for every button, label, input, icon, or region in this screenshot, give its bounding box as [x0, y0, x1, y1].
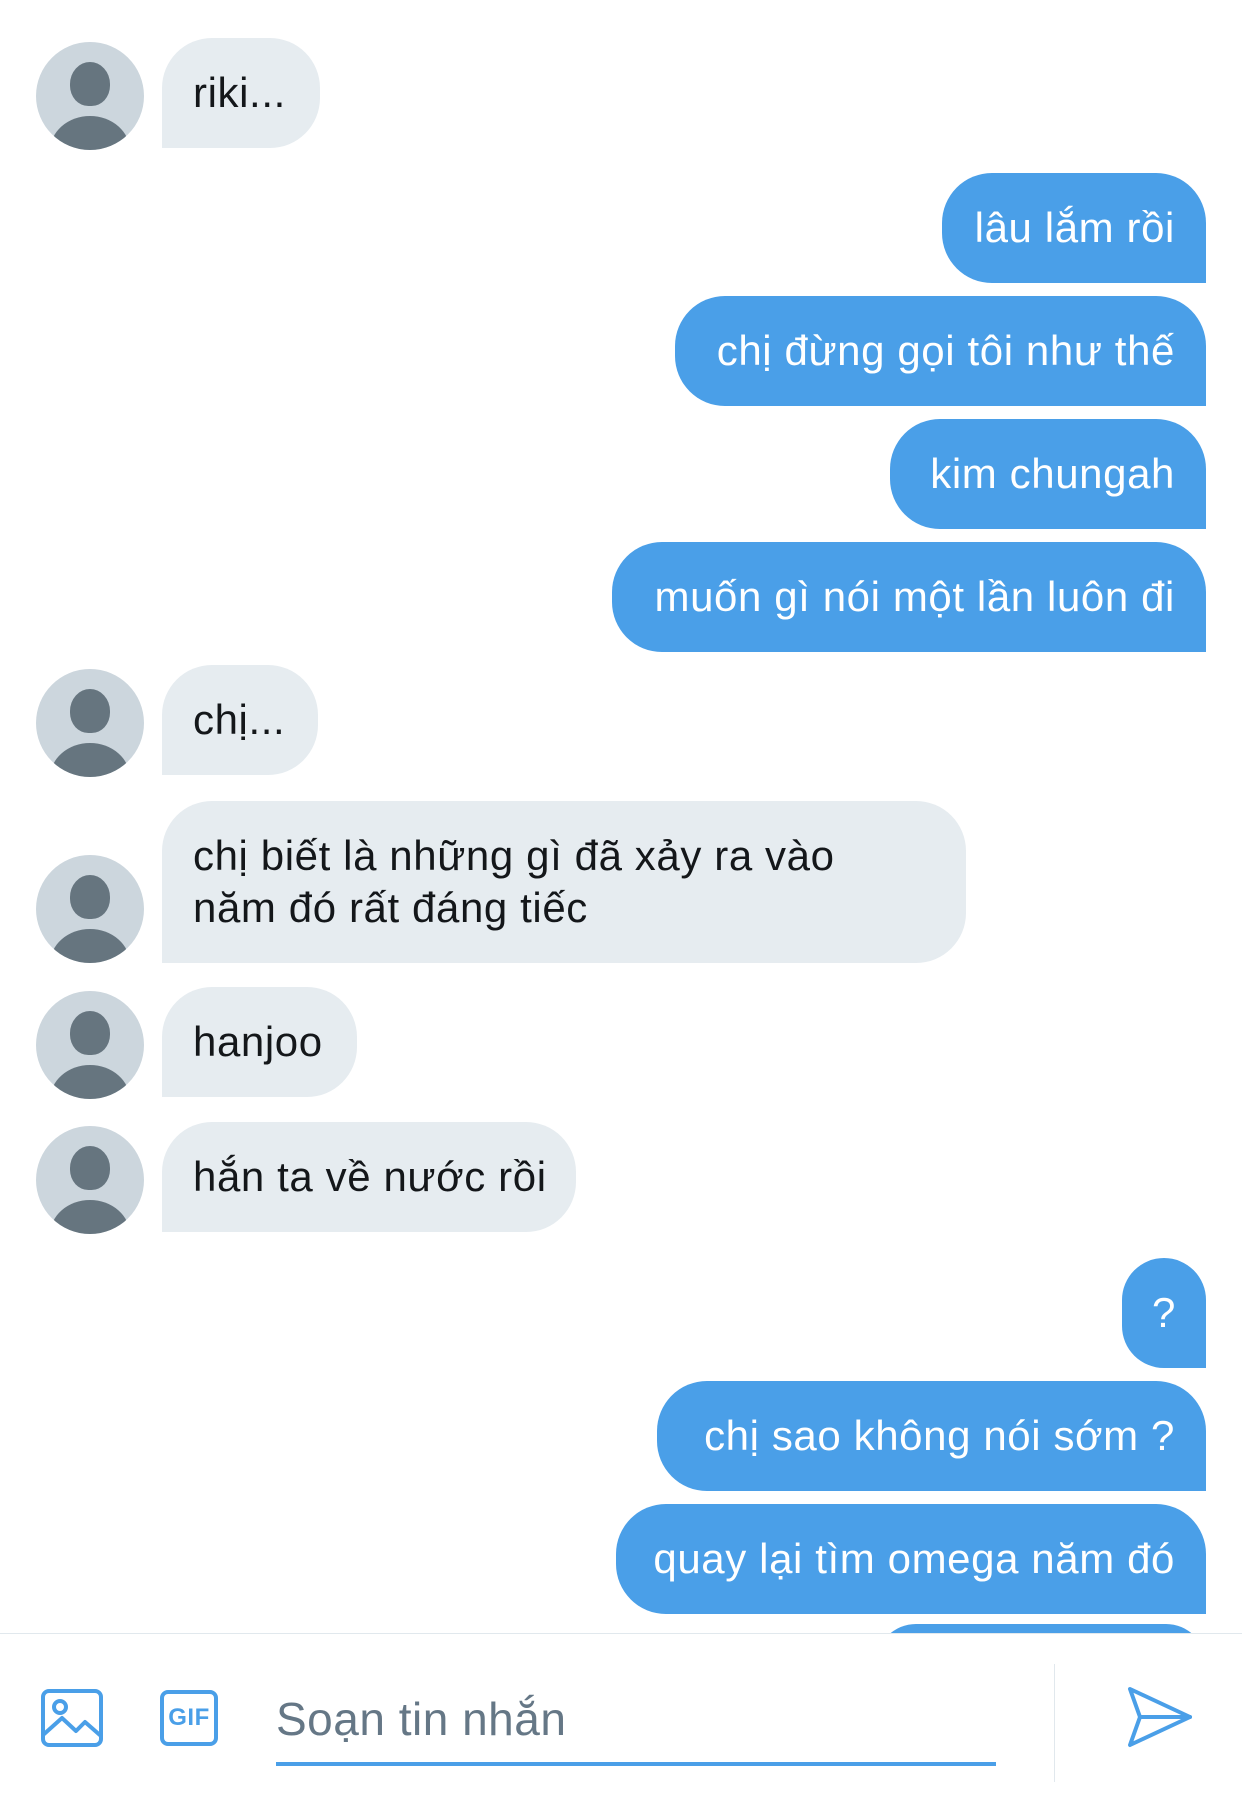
message-bubble-outgoing[interactable]: quay lại tìm omega năm đó — [616, 1504, 1206, 1614]
message-row-incoming: chị biết là những gì đã xảy ra vào năm đ… — [0, 801, 1242, 963]
message-composer: GIF — [0, 1633, 1242, 1794]
message-bubble-outgoing-partial[interactable] — [876, 1624, 1206, 1633]
message-row-outgoing: lâu lắm rồi — [0, 173, 1242, 283]
message-text: chị đừng gọi tôi như thế — [716, 327, 1175, 374]
message-row-incoming: hanjoo — [0, 987, 1242, 1099]
message-bubble-incoming[interactable]: hanjoo — [162, 987, 357, 1097]
message-bubble-incoming[interactable]: riki... — [162, 38, 320, 148]
message-bubble-outgoing[interactable]: ? — [1122, 1258, 1206, 1368]
avatar-body-shape — [50, 116, 130, 150]
message-bubble-incoming[interactable]: chị... — [162, 665, 318, 775]
message-row-outgoing: chị đừng gọi tôi như thế — [0, 296, 1242, 406]
message-text: lâu lắm rồi — [974, 204, 1175, 251]
avatar-head-shape — [70, 62, 110, 106]
message-text: kim chungah — [930, 450, 1175, 497]
message-row-outgoing: chị sao không nói sớm ? — [0, 1381, 1242, 1491]
message-text: muốn gì nói một lần luôn đi — [654, 573, 1175, 620]
message-row-outgoing: muốn gì nói một lần luôn đi — [0, 542, 1242, 652]
message-row-outgoing-partial — [0, 1624, 1242, 1633]
avatar-body-shape — [50, 929, 130, 963]
gif-button[interactable]: GIF — [158, 1686, 222, 1750]
message-text: chị... — [193, 696, 286, 743]
message-row-incoming: riki... — [0, 38, 1242, 150]
avatar-head-shape — [70, 1146, 110, 1190]
avatar[interactable] — [36, 1126, 144, 1234]
image-icon[interactable] — [40, 1686, 104, 1750]
avatar-body-shape — [50, 743, 130, 777]
message-bubble-outgoing[interactable]: lâu lắm rồi — [942, 173, 1206, 283]
message-text: chị sao không nói sớm ? — [704, 1412, 1175, 1459]
send-icon[interactable] — [1124, 1684, 1194, 1750]
message-text: hanjoo — [193, 1018, 323, 1065]
message-bubble-outgoing[interactable]: kim chungah — [890, 419, 1206, 529]
avatar-head-shape — [70, 689, 110, 733]
divider — [1054, 1664, 1055, 1782]
avatar[interactable] — [36, 855, 144, 963]
message-bubble-outgoing[interactable]: muốn gì nói một lần luôn đi — [612, 542, 1206, 652]
message-bubble-incoming[interactable]: chị biết là những gì đã xảy ra vào năm đ… — [162, 801, 966, 963]
avatar-body-shape — [50, 1200, 130, 1234]
message-text: hắn ta về nước rồi — [193, 1153, 547, 1200]
message-bubble-outgoing[interactable]: chị sao không nói sớm ? — [657, 1381, 1206, 1491]
message-bubble-incoming[interactable]: hắn ta về nước rồi — [162, 1122, 576, 1232]
message-row-outgoing: quay lại tìm omega năm đó — [0, 1504, 1242, 1614]
avatar-head-shape — [70, 1011, 110, 1055]
message-row-incoming: hắn ta về nước rồi — [0, 1122, 1242, 1234]
message-text: chị biết là những gì đã xảy ra vào năm đ… — [193, 832, 835, 931]
message-list: riki... lâu lắm rồi chị đừng gọi tôi như… — [0, 0, 1242, 1633]
message-input[interactable] — [276, 1684, 976, 1754]
avatar-body-shape — [50, 1065, 130, 1099]
message-text: ? — [1152, 1289, 1176, 1336]
message-row-incoming: chị... — [0, 665, 1242, 777]
message-text: riki... — [193, 69, 286, 116]
gif-label: GIF — [160, 1690, 218, 1746]
avatar[interactable] — [36, 669, 144, 777]
avatar[interactable] — [36, 42, 144, 150]
message-input-wrapper — [276, 1670, 996, 1766]
avatar[interactable] — [36, 991, 144, 1099]
message-bubble-outgoing[interactable]: chị đừng gọi tôi như thế — [675, 296, 1206, 406]
message-row-outgoing: kim chungah — [0, 419, 1242, 529]
message-text: quay lại tìm omega năm đó — [653, 1535, 1175, 1582]
message-row-outgoing: ? — [0, 1258, 1242, 1368]
avatar-head-shape — [70, 875, 110, 919]
